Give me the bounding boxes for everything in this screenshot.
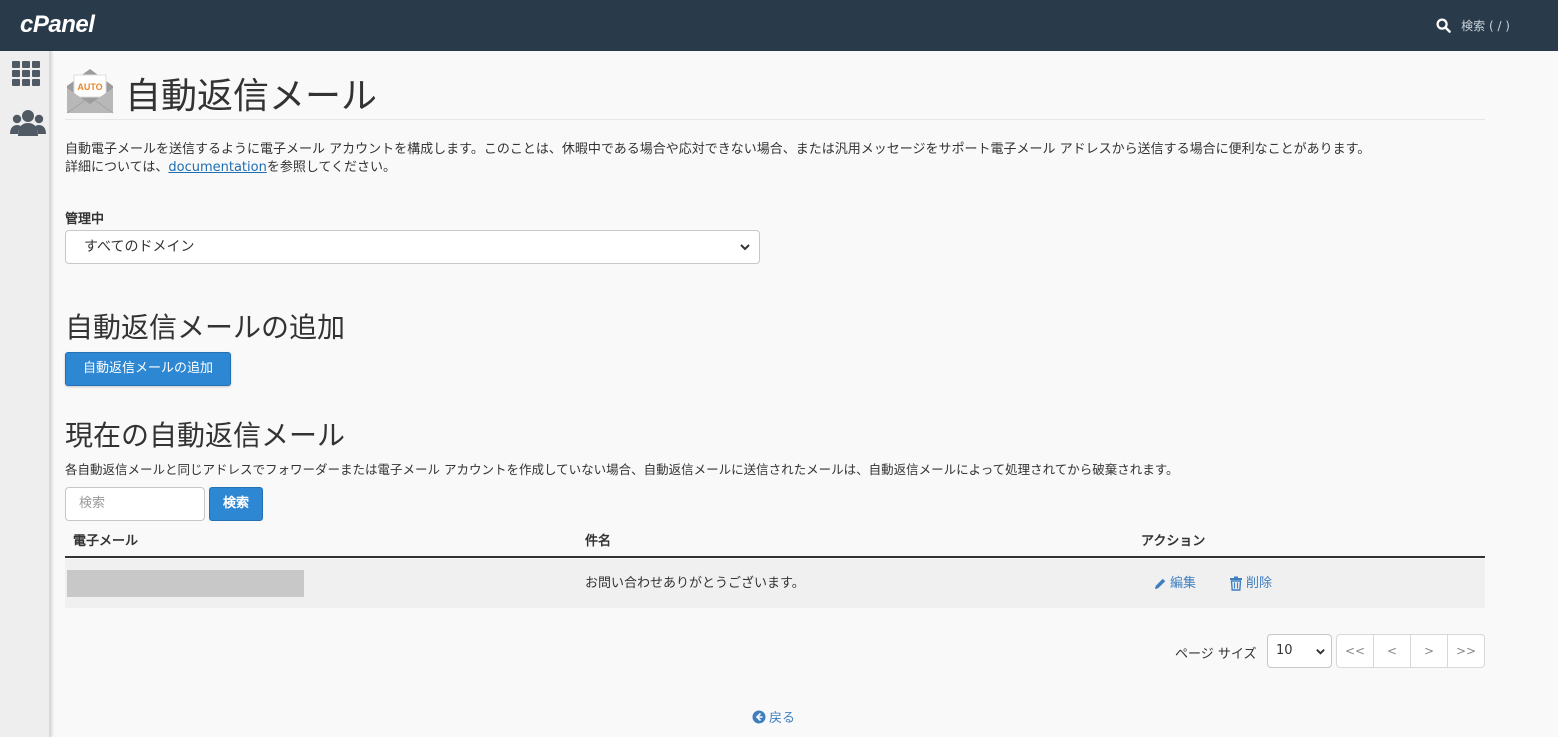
top-search[interactable]: 検索 ( / ) (1436, 17, 1510, 34)
prev-page-button[interactable]: < (1374, 635, 1411, 667)
email-cell-redacted (67, 570, 304, 597)
pencil-icon (1155, 578, 1166, 589)
page-title: 自動返信メール (125, 76, 378, 117)
add-heading: 自動返信メールの追加 (65, 311, 346, 344)
edit-label: 編集 (1170, 576, 1197, 591)
domain-select[interactable]: すべてのドメイン (65, 230, 760, 264)
chevron-down-icon (1316, 649, 1325, 655)
back-label: 戻る (769, 711, 796, 726)
search-input[interactable]: 検索 (65, 487, 205, 521)
auto-label: AUTO (77, 82, 102, 92)
autoresponder-envelope-icon: AUTO (66, 69, 114, 114)
top-bar: cPanel 検索 ( / ) (0, 0, 1558, 51)
first-page-button[interactable]: << (1337, 635, 1374, 667)
grid-icon[interactable] (11, 60, 41, 88)
page-size-label: ページ サイズ (1175, 647, 1257, 662)
search-button[interactable]: 検索 (209, 487, 263, 521)
intro-prefix: 詳細については、 (65, 160, 169, 175)
page-header: AUTO 自動返信メール (65, 61, 377, 121)
column-header-email[interactable]: 電子メール (73, 530, 138, 554)
intro-text: 自動電子メールを送信するように電子メール アカウントを構成します。このことは、休… (65, 141, 1485, 177)
current-heading: 現在の自動返信メール (65, 419, 346, 452)
users-icon[interactable] (10, 109, 46, 137)
cpanel-logo[interactable]: cPanel (20, 11, 95, 39)
intro-suffix: を参照してください。 (266, 160, 397, 175)
back-link[interactable]: 戻る (752, 707, 795, 726)
intro-line-2: 詳細については、documentationを参照してください。 (65, 159, 1485, 177)
page-size-select[interactable]: 10 (1267, 634, 1332, 668)
add-autoresponder-button[interactable]: 自動返信メールの追加 (65, 352, 231, 386)
manage-label: 管理中 (65, 212, 105, 227)
trash-icon (1230, 576, 1242, 591)
documentation-link[interactable]: documentation (168, 160, 266, 175)
table-row: お問い合わせありがとうございます。 編集 削除 (65, 559, 1485, 608)
intro-line-1: 自動電子メールを送信するように電子メール アカウントを構成します。このことは、休… (65, 142, 1371, 157)
top-search-placeholder: 検索 ( / ) (1461, 19, 1510, 33)
last-page-button[interactable]: >> (1448, 635, 1484, 667)
column-header-subject[interactable]: 件名 (585, 530, 611, 554)
column-header-actions: アクション (1141, 534, 1206, 549)
page-size-value: 10 (1276, 643, 1293, 658)
sidebar (0, 51, 51, 737)
subject-cell: お問い合わせありがとうございます。 (585, 576, 805, 591)
domain-select-value: すべてのドメイン (84, 239, 195, 255)
table-header-rule (65, 556, 1485, 558)
delete-action[interactable]: 削除 (1229, 559, 1272, 608)
header-divider (65, 119, 1485, 120)
current-description: 各自動返信メールと同じアドレスでフォワーダーまたは電子メール アカウントを作成し… (65, 462, 1179, 477)
edit-action[interactable]: 編集 (1153, 559, 1196, 608)
next-page-button[interactable]: > (1411, 635, 1448, 667)
delete-label: 削除 (1246, 576, 1273, 591)
arrow-left-circle-icon (752, 710, 766, 723)
search-icon (1436, 18, 1451, 33)
pagination-controls: << < > >> (1336, 634, 1485, 668)
chevron-down-icon (740, 244, 750, 251)
